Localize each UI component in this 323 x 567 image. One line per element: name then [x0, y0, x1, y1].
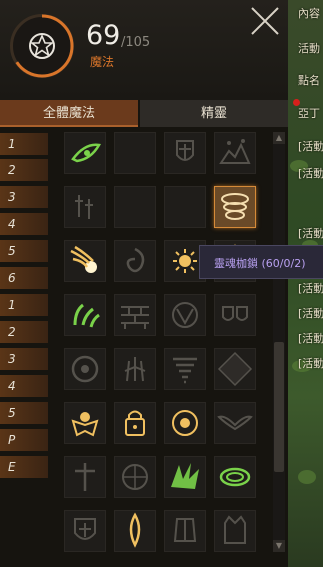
- skill-slot[interactable]: [114, 294, 156, 336]
- skill-slot[interactable]: [64, 294, 106, 336]
- feather-hands-icon: [124, 357, 146, 382]
- skill-slot[interactable]: [214, 186, 256, 228]
- scrollbar[interactable]: ▲ ▼: [273, 132, 285, 552]
- chat-line[interactable]: 活動: [298, 40, 320, 56]
- tornado-icon: [173, 357, 197, 384]
- chat-line[interactable]: [活動: [298, 280, 323, 296]
- chat-line[interactable]: [活動: [298, 355, 323, 371]
- magic-window: 69 /105 魔法 全體魔法 精靈 1 2 3 4 5 6 1 2 3 4 5 PE ▲ ▼: [0, 0, 288, 567]
- crown-pillar-icon: [224, 515, 246, 544]
- mp-current: 69: [86, 20, 121, 51]
- skill-slot[interactable]: [64, 456, 106, 498]
- mp-max: /105: [121, 35, 151, 50]
- scroll-down-icon[interactable]: ▼: [273, 540, 285, 552]
- swirl-icon: [126, 247, 145, 273]
- chat-line[interactable]: [活動: [298, 138, 323, 154]
- green-whirl-icon: [219, 467, 251, 487]
- green-leaf-icon: [73, 303, 100, 328]
- level-label: 3: [0, 186, 48, 208]
- skill-slot[interactable]: [114, 240, 156, 282]
- sword-down-icon: [75, 195, 93, 219]
- fire-comet-icon: [70, 245, 97, 273]
- eye-ring-icon: [71, 355, 99, 383]
- skill-tooltip: 靈魂枷鎖 (60/0/2): [199, 245, 323, 279]
- skill-slot[interactable]: [64, 402, 106, 444]
- chat-line[interactable]: [活動: [298, 305, 323, 321]
- skill-slot[interactable]: [114, 510, 156, 552]
- skill-slot[interactable]: [214, 348, 256, 390]
- level-label: 1: [0, 133, 48, 155]
- skill-slot[interactable]: [114, 456, 156, 498]
- chat-line[interactable]: [活動: [298, 330, 323, 346]
- chat-line[interactable]: 內容: [298, 5, 320, 21]
- skill-slot[interactable]: [64, 240, 106, 282]
- radiant-orb-icon: [172, 410, 198, 436]
- skill-grid: [64, 132, 269, 557]
- level-label: 6: [0, 267, 48, 289]
- locked-chest-icon: [125, 410, 145, 436]
- tab-bar: 全體魔法 精靈: [0, 100, 288, 127]
- skill-slot[interactable]: [114, 402, 156, 444]
- skill-slot[interactable]: [214, 402, 256, 444]
- brick-wall-icon: [121, 306, 149, 329]
- chat-line[interactable]: [活動: [298, 165, 323, 181]
- level-label: 5: [0, 402, 48, 424]
- skill-slot[interactable]: [164, 456, 206, 498]
- cross-blade-icon: [75, 463, 95, 491]
- skill-slot[interactable]: [214, 132, 256, 174]
- skill-slot[interactable]: [64, 132, 106, 174]
- level-label: 2: [0, 321, 48, 343]
- skill-slot[interactable]: [164, 132, 206, 174]
- level-label: 4: [0, 375, 48, 397]
- skill-slot[interactable]: [164, 510, 206, 552]
- skull-rune-icon: [172, 302, 198, 328]
- chat-line[interactable]: 亞丁: [298, 105, 320, 121]
- pentagram-icon: [29, 33, 55, 59]
- armor-shield-icon: [74, 518, 96, 540]
- skill-slot[interactable]: [64, 510, 106, 552]
- tab-spirit[interactable]: 精靈: [140, 100, 288, 127]
- skill-slot[interactable]: [114, 348, 156, 390]
- level-label: E: [0, 456, 48, 478]
- empty-skill-slot[interactable]: [114, 132, 156, 174]
- mp-label: 魔法: [90, 55, 115, 69]
- skill-slot[interactable]: [64, 186, 106, 228]
- shield-cross-icon: [176, 140, 194, 161]
- level-label: 5: [0, 240, 48, 262]
- skill-slot[interactable]: [164, 348, 206, 390]
- golden-guardian-icon: [71, 412, 99, 437]
- skill-slot[interactable]: [214, 456, 256, 498]
- close-icon[interactable]: [248, 4, 282, 38]
- empty-skill-slot[interactable]: [114, 186, 156, 228]
- window-header: 69 /105 魔法: [0, 0, 288, 100]
- green-spike-icon: [171, 463, 199, 489]
- wings-icon: [217, 415, 253, 431]
- chat-line[interactable]: [活動: [298, 225, 323, 241]
- level-label: 3: [0, 348, 48, 370]
- skill-slot[interactable]: [64, 348, 106, 390]
- spirit-chain-icon: [215, 187, 255, 227]
- level-label: P: [0, 429, 48, 451]
- empty-skill-slot[interactable]: [164, 186, 206, 228]
- green-eye-icon: [71, 143, 101, 163]
- scroll-up-icon[interactable]: ▲: [273, 132, 285, 144]
- skill-slot[interactable]: [214, 510, 256, 552]
- skill-slot[interactable]: [214, 294, 256, 336]
- golden-blade-icon: [129, 512, 141, 548]
- compass-icon: [122, 464, 148, 490]
- level-label: 1: [0, 294, 48, 316]
- diamond-burst-icon: [217, 351, 253, 387]
- chat-line[interactable]: 點名: [298, 72, 320, 88]
- twin-shields-icon: [222, 306, 248, 321]
- scroll-thumb[interactable]: [274, 342, 284, 472]
- rock-shatter-icon: [219, 139, 251, 164]
- level-label: 2: [0, 159, 48, 181]
- skill-slot[interactable]: [164, 294, 206, 336]
- tab-all-magic[interactable]: 全體魔法: [0, 100, 138, 127]
- level-label: 4: [0, 213, 48, 235]
- dark-armor-icon: [173, 518, 197, 542]
- skill-slot[interactable]: [164, 402, 206, 444]
